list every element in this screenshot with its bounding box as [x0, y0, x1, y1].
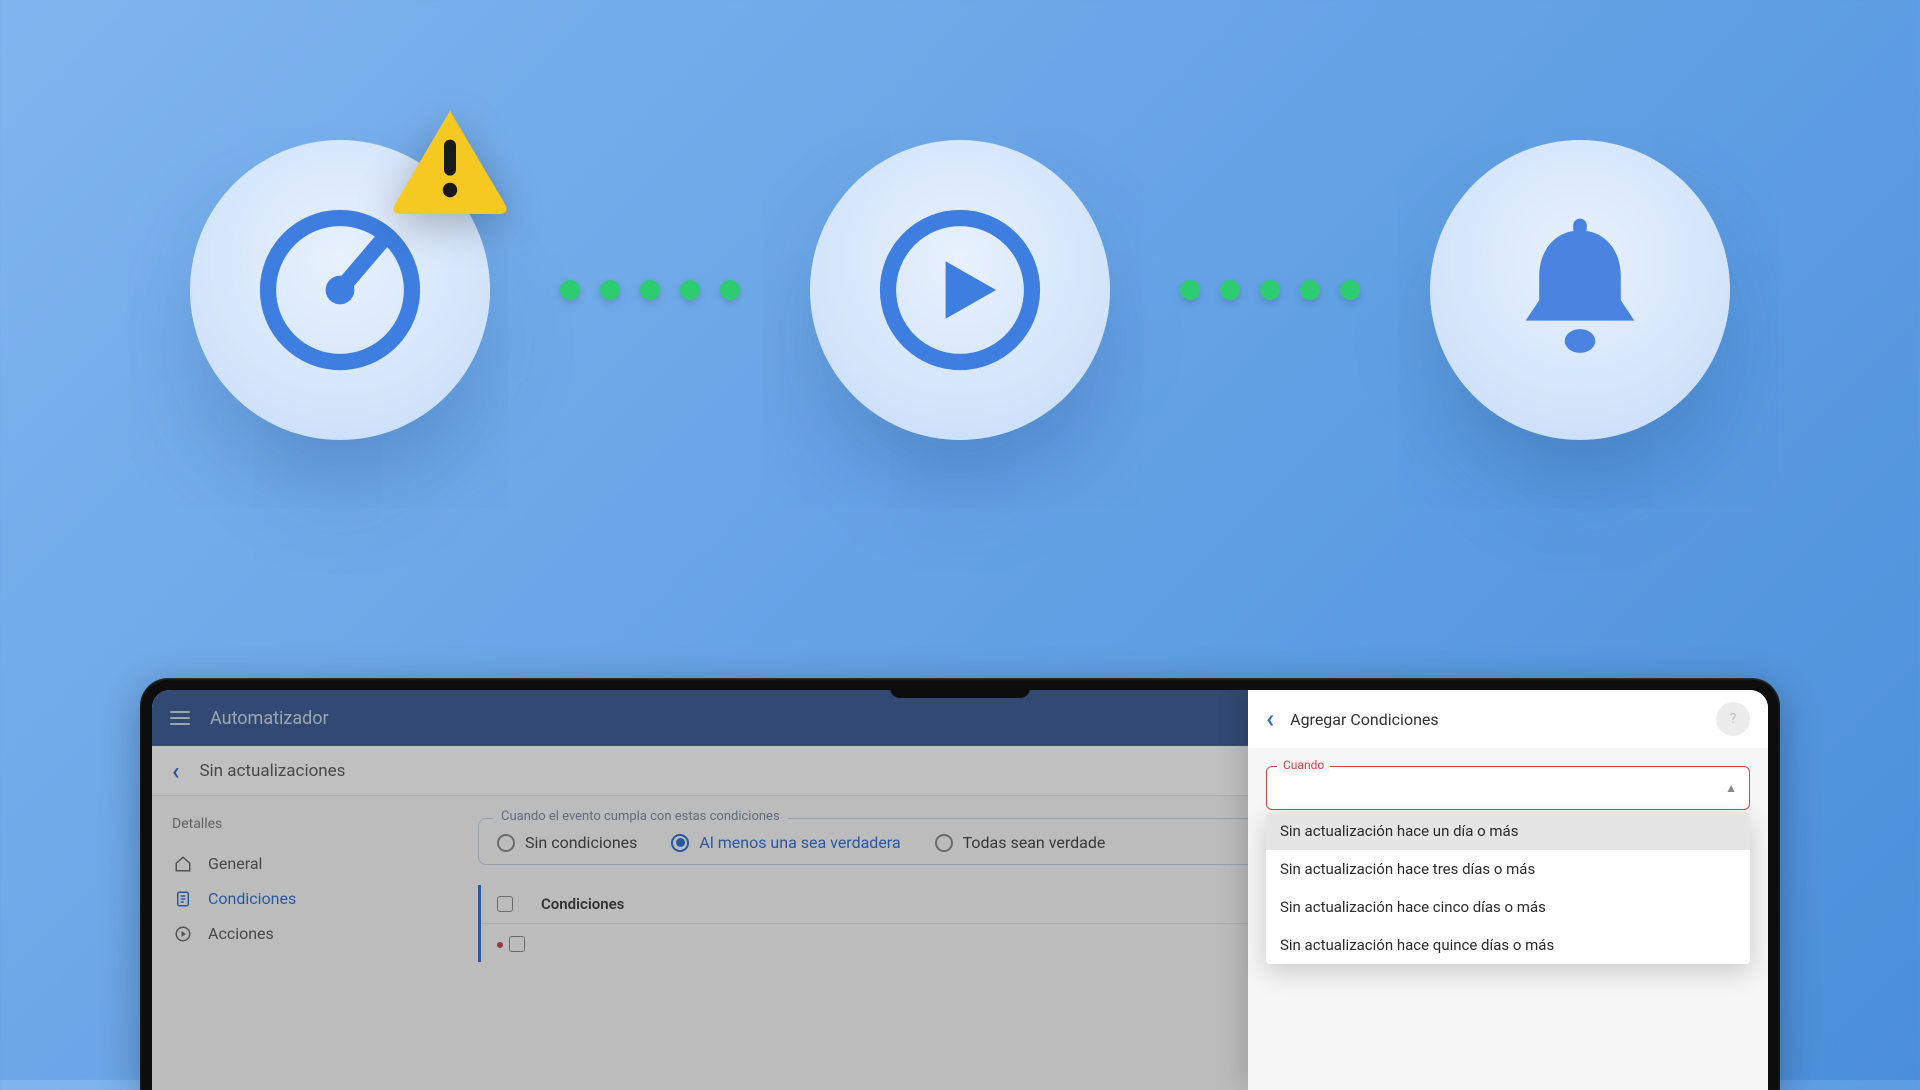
- radio-sin-condiciones[interactable]: Sin condiciones: [497, 833, 637, 852]
- clipboard-icon: [172, 890, 194, 908]
- select-label: Cuando: [1277, 758, 1330, 772]
- warning-icon: [390, 105, 510, 215]
- radio-todas[interactable]: Todas sean verdade: [935, 833, 1106, 852]
- checkbox-all[interactable]: [497, 896, 513, 912]
- sidebar-item-general[interactable]: General: [166, 846, 448, 881]
- sidebar-item-label: General: [208, 854, 262, 873]
- connector-dots: [530, 280, 770, 300]
- menu-icon[interactable]: [170, 711, 190, 725]
- sidebar-item-label: Acciones: [208, 924, 274, 943]
- app-title: Automatizador: [210, 708, 329, 729]
- sidebar-item-condiciones[interactable]: Condiciones: [166, 881, 448, 916]
- page-title: Sin actualizaciones: [199, 761, 345, 781]
- laptop-notch: [890, 690, 1030, 698]
- dropdown-option[interactable]: Sin actualización hace quince días o más: [1266, 926, 1750, 964]
- fieldset-legend: Cuando el evento cumpla con estas condic…: [493, 809, 788, 824]
- play-icon: [810, 140, 1110, 440]
- home-icon: [172, 855, 194, 873]
- hero-icon-row: [0, 140, 1920, 440]
- cuando-select[interactable]: Cuando ▲: [1266, 766, 1750, 810]
- required-dot-icon: [497, 942, 503, 948]
- dropdown-option[interactable]: Sin actualización hace cinco días o más: [1266, 888, 1750, 926]
- back-button[interactable]: ‹: [172, 757, 179, 785]
- gauge-icon: [190, 140, 490, 440]
- dropdown-option[interactable]: Sin actualización hace un día o más: [1266, 812, 1750, 850]
- dropdown-option[interactable]: Sin actualización hace tres días o más: [1266, 850, 1750, 888]
- play-circle-icon: [172, 925, 194, 943]
- sidebar-item-label: Condiciones: [208, 889, 296, 908]
- caret-up-icon: ▲: [1725, 781, 1737, 795]
- checkbox-row[interactable]: [509, 936, 525, 952]
- bell-icon: [1430, 140, 1730, 440]
- radio-al-menos-una[interactable]: Al menos una sea verdadera: [671, 833, 900, 852]
- radio-label: Todas sean verdade: [963, 833, 1106, 852]
- connector-dots: [1150, 280, 1390, 300]
- panel-back-button[interactable]: ‹: [1266, 704, 1274, 734]
- cuando-dropdown: Sin actualización hace un día o más Sin …: [1266, 812, 1750, 964]
- sidebar-section-label: Detalles: [166, 816, 448, 832]
- sidebar-item-acciones[interactable]: Acciones: [166, 916, 448, 951]
- laptop-mockup: Automatizador ‹ Sin actualizaciones Deta…: [140, 678, 1780, 1090]
- add-conditions-panel: ‹ Agregar Condiciones ? Cuando ▲ Sin act…: [1248, 690, 1768, 1090]
- panel-title: Agregar Condiciones: [1290, 710, 1700, 729]
- radio-label: Sin condiciones: [525, 833, 637, 852]
- sidebar: Detalles General Condiciones: [152, 796, 462, 1090]
- help-icon[interactable]: ?: [1716, 702, 1750, 736]
- radio-label: Al menos una sea verdadera: [699, 833, 900, 852]
